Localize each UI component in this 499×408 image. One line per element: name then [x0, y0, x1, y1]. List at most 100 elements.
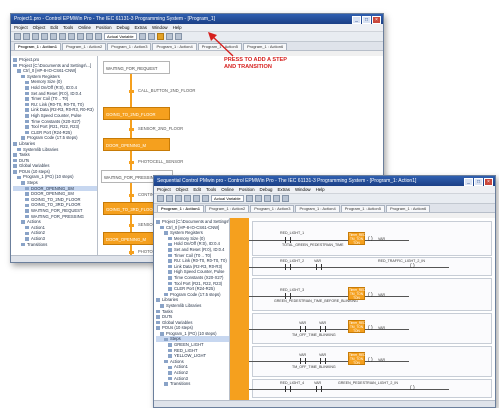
coil[interactable]: ( )	[410, 385, 415, 391]
coil-icon[interactable]	[254, 195, 262, 202]
paste-icon[interactable]	[59, 33, 66, 40]
coil[interactable]: ( )	[368, 292, 373, 298]
menu-item[interactable]: Debug	[117, 24, 130, 31]
minimize-button[interactable]: _	[464, 178, 473, 186]
menu-item[interactable]: Help	[316, 186, 325, 193]
menu-item[interactable]: Position	[239, 186, 255, 193]
new-file-icon[interactable]	[157, 195, 164, 202]
editor-tab[interactable]: Program_1 : Action1	[14, 43, 61, 50]
menu-item[interactable]: Object	[176, 186, 189, 193]
coil[interactable]: ( )	[368, 236, 373, 242]
contact[interactable]	[320, 358, 326, 364]
contact[interactable]	[320, 326, 326, 332]
menu-item[interactable]: Window	[152, 24, 168, 31]
sfc-transition-5[interactable]	[129, 224, 134, 227]
contact[interactable]	[316, 386, 322, 392]
zoom-in-icon[interactable]	[281, 195, 289, 202]
sfc-step-3[interactable]: DOOR_OPENING_M	[103, 138, 170, 151]
sfc-transition-6[interactable]	[129, 251, 134, 254]
menu-item[interactable]: Edit	[193, 186, 201, 193]
sfc-transition-3[interactable]	[129, 161, 134, 164]
copy-icon[interactable]	[50, 33, 57, 40]
online-icon[interactable]	[95, 33, 102, 40]
sfc-transition-1[interactable]	[129, 90, 134, 93]
timer-block[interactable]: Timer_RED4 TM_TON TON	[348, 320, 367, 333]
zoom-out-icon[interactable]	[147, 33, 155, 40]
paste-icon[interactable]	[202, 195, 209, 202]
timer-block[interactable]: Timer_RED3 TM_TON TON	[348, 287, 367, 300]
menu-item[interactable]: Object	[33, 24, 46, 31]
menu-item[interactable]: Help	[173, 24, 182, 31]
editor-tab[interactable]: Program_1 : Action4	[295, 205, 340, 212]
zoom-in-icon[interactable]	[138, 33, 146, 40]
print-icon[interactable]	[68, 33, 75, 40]
menu-item[interactable]: Project	[157, 186, 171, 193]
network-icon[interactable]	[272, 195, 280, 202]
menu-item[interactable]: Tools	[63, 24, 73, 31]
editor-tab[interactable]: Program_1 : Action3	[107, 43, 152, 50]
coil[interactable]: ( )	[368, 325, 373, 331]
copy-icon[interactable]	[193, 195, 200, 202]
editor-tab[interactable]: Program_1 : Action2	[204, 205, 250, 212]
add-jump-icon[interactable]	[174, 33, 182, 40]
maximize-button[interactable]: □	[362, 16, 371, 24]
editor-tab[interactable]: Program_1 : Action3	[250, 205, 295, 212]
tree-item[interactable]: Transitions	[13, 242, 97, 248]
sfc-step-1[interactable]: WAITING_FOR_REQUEST	[103, 61, 170, 74]
open-file-icon[interactable]	[166, 195, 173, 202]
variable-dropdown[interactable]: Actual Variable	[104, 33, 137, 40]
contact[interactable]	[300, 358, 306, 364]
save-icon[interactable]	[175, 195, 182, 202]
menu-item[interactable]: Tools	[206, 186, 216, 193]
menu-item[interactable]: Online	[78, 24, 91, 31]
editor-tab[interactable]: Program_1 : Action2	[61, 43, 107, 50]
editor-tab[interactable]: Program_1 : Action6	[242, 43, 288, 50]
menu-item[interactable]: Extras	[277, 186, 289, 193]
editor-tab[interactable]: Program_1 : Action6	[385, 205, 431, 212]
project-tree[interactable]: Project.pro Project [C:\Documents and Set…	[11, 56, 98, 256]
close-button[interactable]: ×	[484, 178, 493, 186]
contact[interactable]	[300, 326, 306, 332]
menu-item[interactable]: Project	[14, 24, 28, 31]
timer-block[interactable]: Timer_RED5 TM_TON TON	[348, 352, 367, 365]
sfc-transition-2[interactable]	[129, 128, 134, 131]
tree-item[interactable]: Transitions	[156, 381, 229, 387]
menu-item[interactable]: Edit	[50, 24, 58, 31]
function-block-icon[interactable]	[263, 195, 271, 202]
contact[interactable]	[285, 386, 291, 392]
menu-item[interactable]: Position	[96, 24, 112, 31]
contact[interactable]	[285, 264, 291, 270]
sfc-transition-4[interactable]	[129, 194, 134, 197]
add-branch-icon[interactable]	[165, 33, 173, 40]
menu-item[interactable]: Debug	[260, 186, 273, 193]
compile-icon[interactable]	[77, 33, 84, 40]
sfc-step-2[interactable]: GOING_TO_2ND_FLOOR	[103, 107, 170, 120]
new-file-icon[interactable]	[14, 33, 21, 40]
editor-tab[interactable]: Program_1 : Action5	[340, 205, 385, 212]
contact-icon[interactable]	[245, 195, 253, 202]
close-button[interactable]: ×	[372, 16, 381, 24]
maximize-button[interactable]: □	[474, 178, 483, 186]
minimize-button[interactable]: _	[352, 16, 361, 24]
tree-item-label: Steps	[170, 336, 181, 342]
cut-icon[interactable]	[184, 195, 191, 202]
debug-icon[interactable]	[86, 33, 93, 40]
ladder-canvas[interactable]: RED_LIGHT_1 TOTAL_GREEN_PEDESTRIAN_TIME …	[230, 218, 495, 401]
menu-item[interactable]: Window	[295, 186, 311, 193]
menu-item[interactable]: Online	[221, 186, 234, 193]
variable-dropdown[interactable]: Actual Variable	[211, 195, 244, 202]
cut-icon[interactable]	[41, 33, 48, 40]
project-tree[interactable]: Project [C:\Documents and Settings\...] C…	[154, 218, 230, 401]
menu-item[interactable]: Extras	[134, 24, 146, 31]
editor-tab[interactable]: Program_1 : Action4	[152, 43, 197, 50]
open-file-icon[interactable]	[23, 33, 30, 40]
coil[interactable]: ( )	[368, 357, 373, 363]
timer-block[interactable]: Timer_RED1 TM_TON TON	[348, 232, 367, 245]
tree-node-icon	[21, 136, 25, 140]
add-step-transition-icon[interactable]	[156, 33, 164, 40]
tree-node-icon	[25, 237, 29, 241]
coil[interactable]: ( )	[410, 263, 415, 269]
editor-tab[interactable]: Program_1 : Action1	[157, 205, 204, 212]
contact[interactable]	[316, 264, 322, 270]
save-icon[interactable]	[32, 33, 39, 40]
